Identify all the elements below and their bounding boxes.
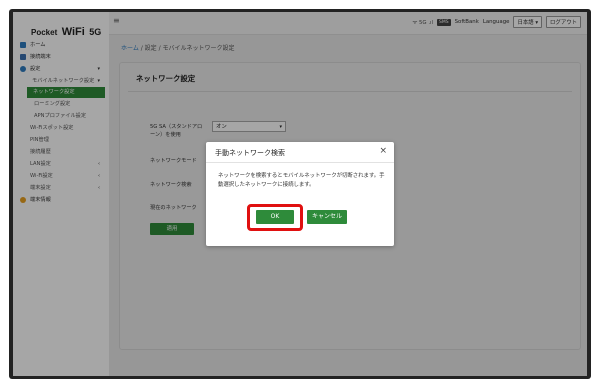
ok-button[interactable]: OK	[256, 210, 294, 224]
dialog-message: ネットワークを検索するとモバイルネットワークが切断されます。手動選択したネットワ…	[218, 173, 385, 188]
screen: Pocket WiFi 5G ホーム 接続端末 設定 ▾ モバイルネットワーク設…	[13, 12, 587, 376]
cancel-button[interactable]: キャンセル	[307, 210, 347, 224]
dialog-divider	[206, 162, 394, 163]
close-icon[interactable]: ×	[379, 146, 387, 156]
dialog-title: 手動ネットワーク検索	[215, 149, 285, 157]
manual-network-search-dialog: 手動ネットワーク検索 × ネットワークを検索するとモバイルネットワークが切断され…	[206, 142, 394, 246]
